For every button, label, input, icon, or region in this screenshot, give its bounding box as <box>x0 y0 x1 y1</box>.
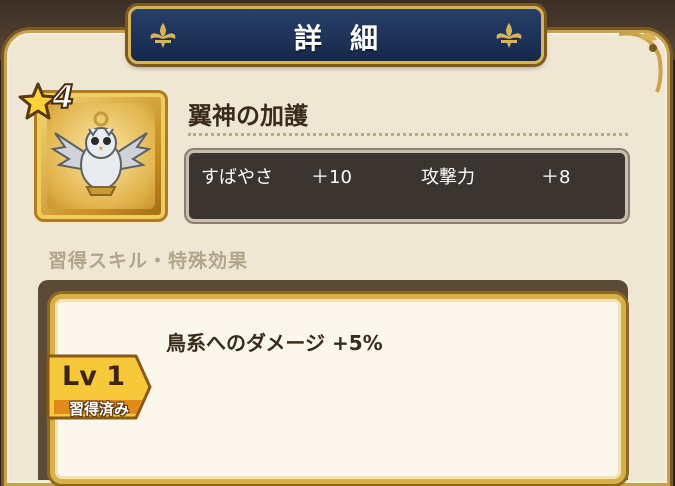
stat-value-speed: ＋10 <box>311 167 352 188</box>
stat-label-speed: すばやさ <box>201 167 273 188</box>
corner-ornament-icon <box>618 31 663 93</box>
stat-label-attack: 攻撃力 <box>421 167 475 188</box>
rarity-count: 4 <box>51 77 75 117</box>
fleur-de-lis-icon <box>496 23 522 48</box>
divider <box>188 133 628 136</box>
stats-box: すばやさ ＋10 攻撃力 ＋8 <box>186 150 628 222</box>
skill-description: 鳥系へのダメージ +5% <box>166 331 383 355</box>
section-title: 習得スキル・特殊効果 <box>48 250 249 272</box>
level-label: Lv 1 <box>62 361 125 392</box>
item-name: 翼神の加護 <box>188 102 308 130</box>
title-plate: 詳細 <box>128 6 544 64</box>
learned-status: 習得済み <box>68 400 129 418</box>
page-title: 詳細 <box>293 22 406 55</box>
stat-value-attack: ＋8 <box>541 167 571 188</box>
